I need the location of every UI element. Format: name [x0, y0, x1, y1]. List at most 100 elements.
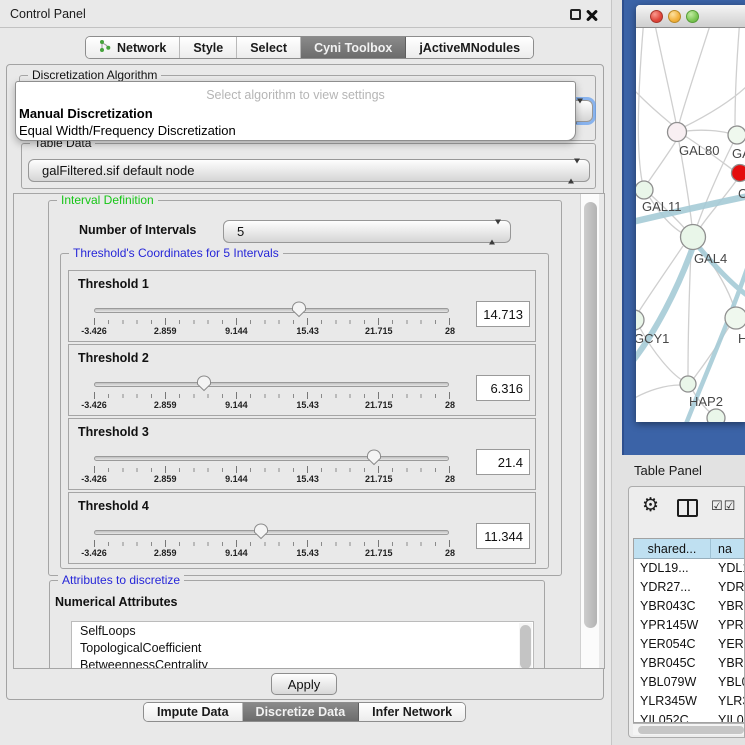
- attribute-list-item[interactable]: TopologicalCoefficient: [72, 639, 533, 656]
- table-row[interactable]: YBR043CYBR0: [634, 597, 745, 616]
- cell-name[interactable]: YBL0: [711, 673, 745, 692]
- cell-shared-name[interactable]: YBL079W: [634, 673, 711, 692]
- node-gal-cut[interactable]: [728, 126, 745, 144]
- node-label-h-cut: H: [738, 331, 745, 346]
- threshold-value-field[interactable]: 11.344: [476, 523, 530, 549]
- cell-shared-name[interactable]: YPR145W: [634, 616, 711, 635]
- column-checkboxes-icon[interactable]: ☑☑: [711, 498, 736, 514]
- threshold-value-field[interactable]: 21.4: [476, 449, 530, 475]
- scale-label: 21.715: [365, 474, 393, 484]
- network-window-titlebar[interactable]: [636, 5, 745, 28]
- network-edges: [636, 28, 745, 414]
- split-table-icon[interactable]: [677, 499, 698, 517]
- threshold-value-field[interactable]: 14.713: [476, 301, 530, 327]
- cell-shared-name[interactable]: YBR043C: [634, 597, 711, 616]
- float-window-icon[interactable]: [570, 9, 581, 20]
- tab-jactivemnodules[interactable]: jActiveMNodules: [406, 37, 533, 58]
- settings-scrollbar-thumb[interactable]: [584, 202, 597, 628]
- scale-label: 9.144: [225, 326, 248, 336]
- slider-scale-labels: -3.4262.8599.14415.4321.71528: [94, 400, 450, 412]
- table-rows: YDL19...YDL1YDR27...YDR2YBR043CYBR0YPR14…: [634, 559, 745, 723]
- table-data-combo[interactable]: galFiltered.sif default node: [28, 159, 590, 182]
- cell-shared-name[interactable]: YIL052C: [634, 711, 711, 723]
- threshold-coordinates-group: Threshold's Coordinates for 5 Intervals …: [60, 253, 549, 569]
- dropdown-option-manual[interactable]: Manual Discretization: [18, 106, 566, 121]
- slider-track[interactable]: [94, 308, 449, 313]
- node-hap2[interactable]: [680, 376, 696, 392]
- scale-label: 15.43: [296, 548, 319, 558]
- tab-label: Style: [193, 41, 223, 55]
- tab-network[interactable]: Network: [86, 37, 180, 58]
- table-row[interactable]: YIL052CYIL0: [634, 711, 745, 723]
- table-row[interactable]: YDL19...YDL1: [634, 559, 745, 578]
- settings-scrollbar: [580, 194, 599, 668]
- mac-minimize-icon[interactable]: [668, 10, 681, 23]
- algorithm-dropdown-popup: Select algorithm to view settings Manual…: [15, 81, 576, 141]
- node-gal11[interactable]: [636, 181, 653, 199]
- node-red-selected[interactable]: [732, 165, 745, 182]
- node-gcy1[interactable]: [636, 310, 644, 330]
- dropdown-option-equal-width[interactable]: Equal Width/Frequency Discretization: [18, 123, 566, 138]
- table-row[interactable]: YER054CYER0: [634, 635, 745, 654]
- table-row[interactable]: YBR045CYBR0: [634, 654, 745, 673]
- cell-name[interactable]: YBR0: [711, 597, 745, 616]
- attribute-list-item[interactable]: SelfLoops: [72, 622, 533, 639]
- tab-label: Select: [250, 41, 287, 55]
- threshold-value-field[interactable]: 6.316: [476, 375, 530, 401]
- group-title: Discretization Algorithm: [28, 68, 161, 82]
- tab-discretize-data[interactable]: Discretize Data: [243, 703, 360, 721]
- scale-label: 9.144: [225, 400, 248, 410]
- cell-name[interactable]: YER0: [711, 635, 745, 654]
- number-of-intervals-combo[interactable]: 5: [223, 220, 511, 243]
- close-icon[interactable]: [586, 9, 598, 21]
- table-row[interactable]: YDR27...YDR2: [634, 578, 745, 597]
- mac-close-icon[interactable]: [650, 10, 663, 23]
- table-row[interactable]: YBL079WYBL0: [634, 673, 745, 692]
- gear-icon[interactable]: ⚙: [642, 495, 659, 517]
- tab-label: jActiveMNodules: [419, 41, 520, 55]
- group-title: Attributes to discretize: [58, 573, 184, 587]
- slider-ticks: [94, 392, 450, 400]
- tab-style[interactable]: Style: [180, 37, 237, 58]
- mac-zoom-icon[interactable]: [686, 10, 699, 23]
- list-scrollbar-thumb[interactable]: [520, 625, 531, 669]
- node-gal80[interactable]: [668, 123, 687, 142]
- scale-label: 28: [445, 548, 455, 558]
- node-h-cut[interactable]: [725, 307, 745, 329]
- slider-track[interactable]: [94, 530, 449, 535]
- column-header-shared-name[interactable]: shared...: [634, 539, 711, 559]
- slider-track[interactable]: [94, 382, 449, 387]
- table-row[interactable]: YLR345WYLR3: [634, 692, 745, 711]
- cyni-toolbox-content: Discretization Algorithm Select algorith…: [6, 64, 604, 700]
- control-panel-title: Control Panel: [10, 7, 86, 21]
- tab-select[interactable]: Select: [237, 37, 301, 58]
- table-panel-title: Table Panel: [634, 463, 702, 478]
- table-hscrollbar-thumb[interactable]: [638, 726, 744, 734]
- apply-button[interactable]: Apply: [271, 673, 337, 695]
- tab-cyni-toolbox[interactable]: Cyni Toolbox: [301, 37, 406, 58]
- network-canvas[interactable]: GAL80 GA C GAL11 GAL4 GCY1 H HAP2: [636, 28, 745, 422]
- cell-name[interactable]: YPR1: [711, 616, 745, 635]
- cell-name[interactable]: YLR3: [711, 692, 745, 711]
- table-row[interactable]: YPR145WYPR1: [634, 616, 745, 635]
- numerical-attributes-label: Numerical Attributes: [55, 595, 177, 609]
- column-header-name[interactable]: na: [711, 539, 745, 559]
- cell-name[interactable]: YDR2: [711, 578, 745, 597]
- cell-name[interactable]: YDL1: [711, 559, 745, 578]
- slider-track[interactable]: [94, 456, 449, 461]
- cell-shared-name[interactable]: YLR345W: [634, 692, 711, 711]
- cell-name[interactable]: YIL0: [711, 711, 745, 723]
- attribute-list-item[interactable]: BetweennessCentrality: [72, 656, 533, 669]
- cell-shared-name[interactable]: YBR045C: [634, 654, 711, 673]
- node-gal4[interactable]: [681, 225, 706, 250]
- cell-shared-name[interactable]: YDL19...: [634, 559, 711, 578]
- tab-infer-network[interactable]: Infer Network: [359, 703, 465, 721]
- node-bottom-cut[interactable]: [707, 409, 725, 422]
- cell-shared-name[interactable]: YDR27...: [634, 578, 711, 597]
- cell-shared-name[interactable]: YER054C: [634, 635, 711, 654]
- interval-definition-group: Interval Definition Number of Intervals …: [48, 200, 562, 576]
- number-of-intervals-value: 5: [237, 224, 244, 239]
- settings-scroll-area: Interval Definition Number of Intervals …: [13, 193, 605, 669]
- cell-name[interactable]: YBR0: [711, 654, 745, 673]
- tab-impute-data[interactable]: Impute Data: [144, 703, 243, 721]
